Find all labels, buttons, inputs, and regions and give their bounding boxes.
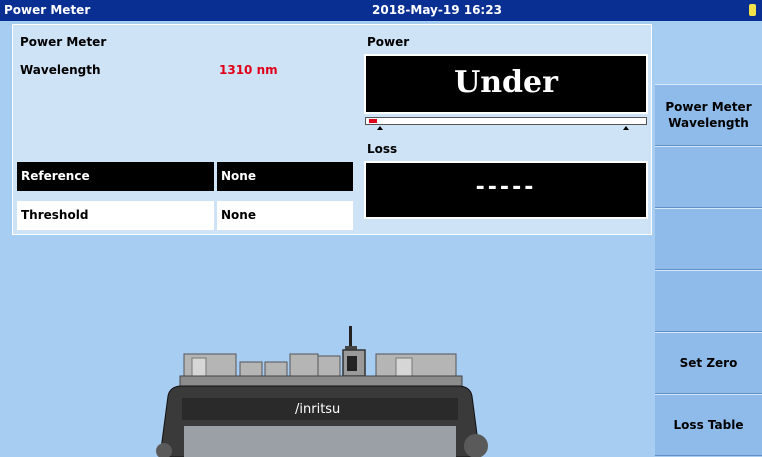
softkey-label: Power Meter Wavelength: [665, 100, 752, 130]
softkey-column: Power Meter Wavelength Set Zero Loss Tab…: [655, 21, 762, 457]
app-title: Power Meter: [4, 3, 91, 17]
bar-min-marker-icon: [377, 126, 383, 130]
bar-max-marker-icon: [623, 126, 629, 130]
panel-title: Power Meter: [20, 35, 107, 49]
reference-label: Reference: [17, 162, 214, 191]
title-bar: Power Meter 2018-May-19 16:23: [0, 0, 762, 21]
loss-label: Loss: [367, 142, 398, 156]
power-level-fill: [369, 119, 377, 123]
power-label: Power: [367, 35, 410, 49]
power-display: Under: [364, 54, 648, 114]
wavelength-value: 1310 nm: [219, 63, 278, 77]
wavelength-label: Wavelength: [20, 63, 101, 77]
power-reading: Under: [454, 65, 558, 100]
threshold-label: Threshold: [17, 201, 214, 230]
power-level-bar: [365, 117, 647, 125]
battery-icon: [749, 4, 756, 16]
reference-value[interactable]: None: [217, 162, 353, 191]
device-illustration: /inritsu: [150, 326, 490, 457]
softkey-label: Loss Table: [673, 418, 744, 432]
datetime-display: 2018-May-19 16:23: [372, 3, 502, 17]
power-meter-panel: Power Meter Wavelength 1310 nm Power Und…: [12, 24, 652, 235]
threshold-value[interactable]: None: [217, 201, 353, 230]
softkey-power-meter-wavelength[interactable]: Power Meter Wavelength: [655, 84, 762, 146]
loss-display: -----: [364, 161, 648, 219]
loss-reading: -----: [475, 175, 537, 200]
softkey-label: Set Zero: [679, 356, 738, 370]
softkey-blank-3[interactable]: [655, 208, 762, 270]
softkey-blank-2[interactable]: [655, 146, 762, 208]
softkey-loss-table[interactable]: Loss Table: [655, 394, 762, 456]
softkey-set-zero[interactable]: Set Zero: [655, 332, 762, 394]
softkey-blank-4[interactable]: [655, 270, 762, 332]
device-brand-logo: /inritsu: [295, 402, 341, 417]
main-area: Power Meter Wavelength 1310 nm Power Und…: [0, 21, 655, 457]
